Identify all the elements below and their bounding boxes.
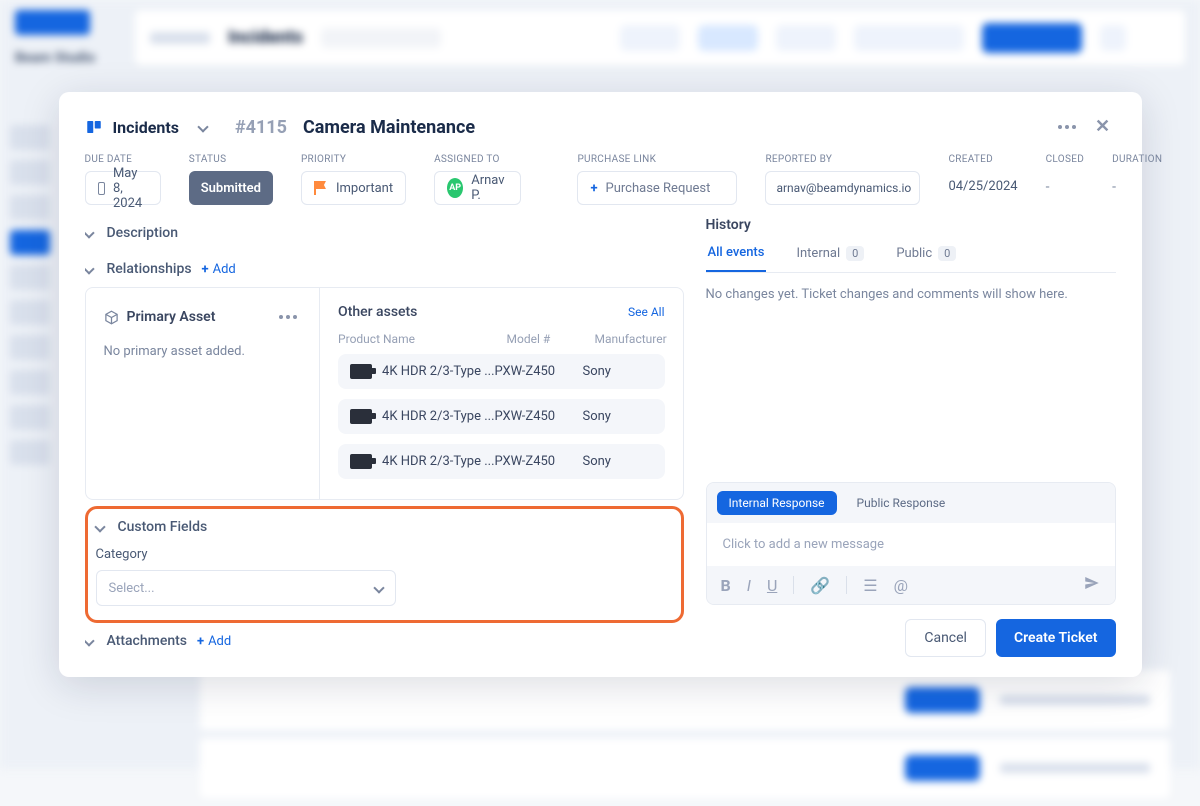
assignee-select[interactable]: AP Arnav P. xyxy=(434,171,521,205)
add-attachment-button[interactable]: +Add xyxy=(197,634,231,649)
description-section-toggle[interactable]: Description xyxy=(85,215,684,251)
see-all-link[interactable]: See All xyxy=(628,305,665,319)
board-name[interactable]: Incidents xyxy=(113,118,179,137)
relationships-section-toggle[interactable]: Relationships xyxy=(107,261,192,277)
editor-toolbar: B I U 🔗 ☰ @ xyxy=(707,566,1115,604)
ticket-title[interactable]: Camera Maintenance xyxy=(303,117,475,138)
purchase-link-input[interactable]: + Purchase Request xyxy=(577,171,737,205)
tab-internal-response[interactable]: Internal Response xyxy=(717,491,837,515)
more-button[interactable] xyxy=(1054,114,1080,140)
mention-icon[interactable]: @ xyxy=(894,576,908,595)
status-select[interactable]: Submitted xyxy=(189,171,273,205)
meta-row: DUE DATE May 8, 2024 STATUS Submitted PR… xyxy=(85,154,1116,205)
right-panel: History All events Internal 0 Public 0 N… xyxy=(706,215,1116,657)
asset-row[interactable]: 4K HDR 2/3-Type ...PXW-Z450Sony xyxy=(338,354,664,389)
asset-row[interactable]: 4K HDR 2/3-Type ...PXW-Z450Sony xyxy=(338,399,664,434)
left-panel: Description Relationships +Add Primary A… xyxy=(85,215,684,657)
close-button[interactable]: ✕ xyxy=(1090,114,1116,140)
closed-date: - xyxy=(1046,171,1084,195)
duration-value: - xyxy=(1112,171,1162,195)
cancel-button[interactable]: Cancel xyxy=(905,619,986,657)
calendar-icon xyxy=(98,182,105,195)
board-icon xyxy=(85,118,103,136)
italic-icon[interactable]: I xyxy=(747,576,751,595)
relationships-box: Primary Asset No primary asset added. Ot… xyxy=(85,287,684,500)
tab-internal[interactable]: Internal 0 xyxy=(794,245,866,272)
history-tabs: All events Internal 0 Public 0 xyxy=(706,245,1116,273)
custom-fields-section-toggle[interactable]: Custom Fields xyxy=(118,519,208,535)
priority-select[interactable]: Important xyxy=(301,171,406,205)
reported-by-input[interactable]: arnav@beamdynamics.io xyxy=(765,171,920,205)
tab-public-response[interactable]: Public Response xyxy=(845,491,958,515)
custom-fields-highlight: Custom Fields Category Select... xyxy=(85,506,684,623)
chevron-down-icon xyxy=(373,582,384,593)
primary-asset-more[interactable] xyxy=(275,304,301,330)
category-label: Category xyxy=(96,547,673,562)
response-composer: Internal Response Public Response Click … xyxy=(706,482,1116,605)
tab-public[interactable]: Public 0 xyxy=(894,245,958,272)
due-date-picker[interactable]: May 8, 2024 xyxy=(85,171,161,205)
avatar: AP xyxy=(447,178,463,198)
camera-icon xyxy=(350,454,372,469)
chevron-down-icon xyxy=(94,521,105,532)
camera-icon xyxy=(350,364,372,379)
plus-icon: + xyxy=(590,181,597,196)
bold-icon[interactable]: B xyxy=(721,576,731,595)
created-date: 04/25/2024 xyxy=(948,171,1017,194)
category-select[interactable]: Select... xyxy=(96,570,396,606)
tab-all-events[interactable]: All events xyxy=(706,245,767,272)
create-ticket-button[interactable]: Create Ticket xyxy=(996,619,1116,657)
asset-row[interactable]: 4K HDR 2/3-Type ...PXW-Z450Sony xyxy=(338,444,664,479)
send-icon[interactable] xyxy=(1083,574,1101,596)
chevron-down-icon xyxy=(85,227,95,238)
due-date-field: DUE DATE May 8, 2024 xyxy=(85,154,161,205)
chevron-down-icon xyxy=(85,635,95,646)
attachments-section-toggle[interactable]: Attachments xyxy=(107,633,187,649)
link-icon[interactable]: 🔗 xyxy=(810,576,830,595)
modal-header: Incidents #4115 Camera Maintenance ✕ xyxy=(85,114,1116,140)
history-empty: No changes yet. Ticket changes and comme… xyxy=(706,287,1116,302)
ticket-modal: Incidents #4115 Camera Maintenance ✕ DUE… xyxy=(59,92,1142,677)
underline-icon[interactable]: U xyxy=(767,576,777,595)
history-title: History xyxy=(706,217,1116,233)
ticket-number: #4115 xyxy=(235,117,287,138)
modal-overlay: Incidents #4115 Camera Maintenance ✕ DUE… xyxy=(0,0,1200,769)
message-input[interactable]: Click to add a new message xyxy=(707,523,1115,566)
primary-asset-empty: No primary asset added. xyxy=(104,344,302,359)
cube-icon xyxy=(104,310,119,325)
add-relationship-button[interactable]: +Add xyxy=(202,262,236,277)
flag-icon xyxy=(314,181,328,195)
list-icon[interactable]: ☰ xyxy=(863,576,877,595)
chevron-down-icon xyxy=(85,263,95,274)
camera-icon xyxy=(350,409,372,424)
chevron-down-icon[interactable] xyxy=(197,121,208,132)
